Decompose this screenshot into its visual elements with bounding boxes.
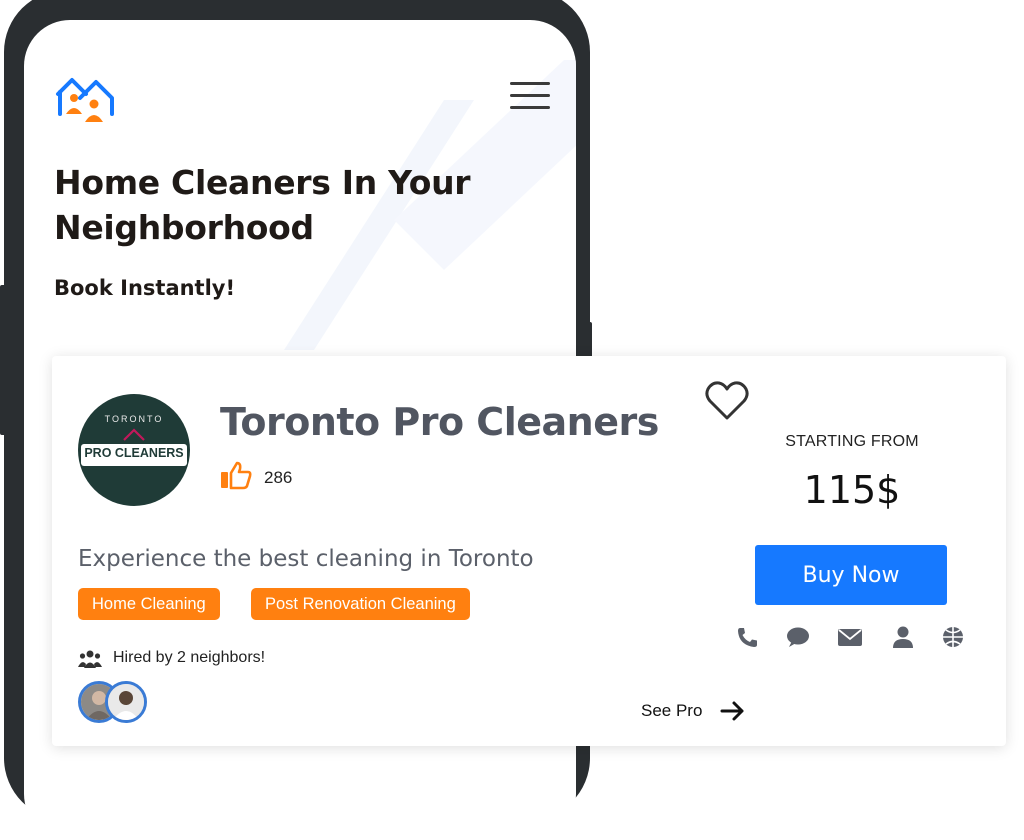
hero-subtitle: Book Instantly! <box>54 276 236 300</box>
company-logo-main-text: PRO CLEANERS <box>84 446 184 460</box>
arrow-right-icon[interactable] <box>720 700 746 722</box>
thumbs-up-icon <box>221 461 252 490</box>
people-group-icon <box>78 650 102 668</box>
tag-post-renovation-cleaning[interactable]: Post Renovation Cleaning <box>251 588 470 620</box>
chat-icon[interactable] <box>786 626 810 648</box>
company-name[interactable]: Toronto Pro Cleaners <box>220 400 659 444</box>
starting-from-label: STARTING FROM <box>785 433 919 450</box>
like-count: 286 <box>264 468 293 487</box>
phone-icon[interactable] <box>735 626 759 648</box>
globe-icon[interactable] <box>941 626 965 648</box>
buy-now-button[interactable]: Buy Now <box>755 545 947 605</box>
phone-side-button-left <box>0 285 6 435</box>
price: 115$ <box>803 468 901 512</box>
tag-home-cleaning[interactable]: Home Cleaning <box>78 588 220 620</box>
roof-icon <box>123 428 145 441</box>
see-pro-link[interactable]: See Pro <box>641 701 702 721</box>
hired-by-text: Hired by 2 neighbors! <box>113 649 266 666</box>
listing-card: TORONTO PRO CLEANERS Toronto Pro Cleaner… <box>52 356 1006 746</box>
house-people-logo-icon <box>56 78 114 122</box>
company-logo: TORONTO PRO CLEANERS <box>78 394 190 506</box>
hero-title: Home Cleaners In Your Neighborhood <box>54 163 471 247</box>
company-logo-top-text: TORONTO <box>104 414 164 424</box>
avatar[interactable] <box>105 681 147 723</box>
email-icon[interactable] <box>838 626 862 648</box>
user-icon[interactable] <box>891 626 915 648</box>
listing-tagline: Experience the best cleaning in Toronto <box>78 546 534 572</box>
heart-favorite-icon[interactable] <box>704 380 750 422</box>
hamburger-menu-icon[interactable] <box>510 82 550 110</box>
